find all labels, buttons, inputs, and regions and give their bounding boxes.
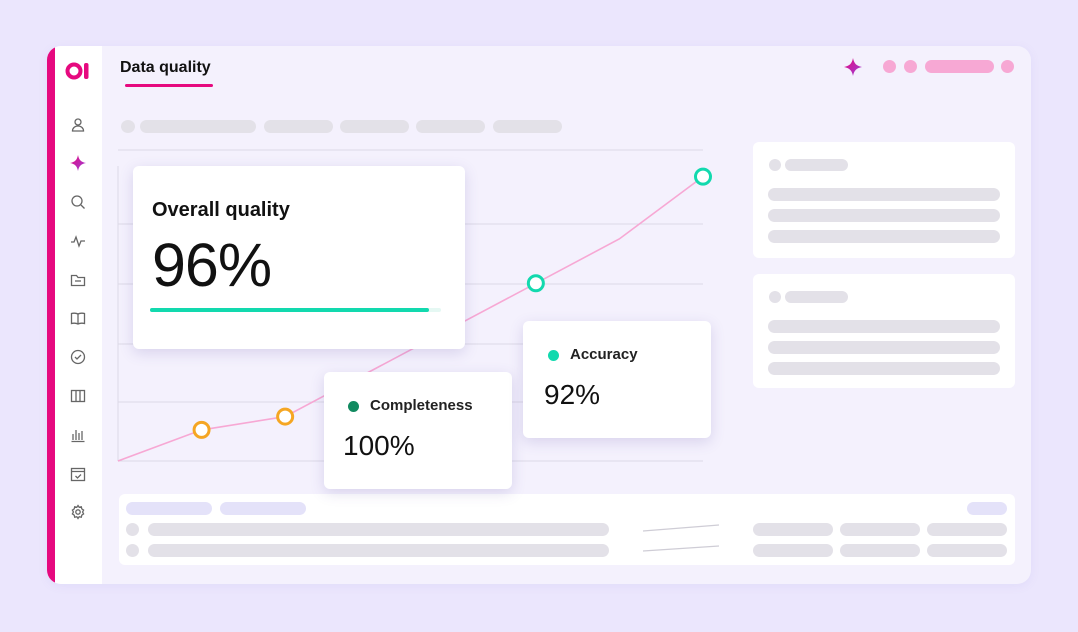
panel-placeholder: [768, 320, 1000, 333]
accuracy-label: Accuracy: [570, 346, 638, 363]
side-panel: [753, 142, 1015, 258]
panel-placeholder: [768, 362, 1000, 375]
table-header-placeholder: [220, 502, 306, 515]
table-row-placeholder: [148, 544, 609, 557]
overall-quality-progress-fill: [150, 308, 430, 312]
accuracy-status-dot: [548, 350, 559, 361]
panel-placeholder: [785, 159, 848, 171]
panel-placeholder: [768, 341, 1000, 354]
table-row-placeholder: [840, 544, 920, 557]
table-row-placeholder: [148, 523, 609, 536]
table-row-placeholder: [840, 523, 920, 536]
completeness-card[interactable]: Completeness 100%: [324, 372, 512, 489]
accuracy-card[interactable]: Accuracy 92%: [523, 321, 711, 438]
panel-placeholder: [785, 291, 848, 303]
completeness-value: 100%: [343, 430, 415, 461]
overall-quality-value: 96%: [152, 231, 272, 299]
panel-placeholder: [768, 209, 1000, 222]
table-row-placeholder: [927, 523, 1007, 536]
accuracy-value: 92%: [544, 379, 601, 410]
overall-quality-title: Overall quality: [152, 199, 290, 221]
chart-data-point: [526, 274, 545, 293]
table-row-placeholder: [126, 523, 139, 536]
overall-quality-card[interactable]: Overall quality 96%: [133, 166, 465, 349]
table-sparkline: [642, 524, 720, 552]
table-header-placeholder: [126, 502, 212, 515]
chart-data-point: [694, 167, 712, 186]
panel-placeholder: [768, 230, 1000, 243]
chart-data-point: [276, 407, 295, 426]
table-row-placeholder: [753, 523, 833, 536]
table-row-placeholder: [126, 544, 139, 557]
app-window: Data quality Overall quality 96% Complet…: [47, 46, 1031, 584]
chart-data-point: [192, 420, 211, 439]
completeness-status-dot: [348, 401, 359, 412]
table-row-placeholder: [753, 544, 833, 557]
table-row-placeholder: [927, 544, 1007, 557]
panel-placeholder: [768, 188, 1000, 201]
completeness-label: Completeness: [370, 397, 473, 414]
side-panel: [753, 274, 1015, 388]
panel-placeholder: [769, 291, 781, 303]
overall-quality-progress: [150, 308, 441, 312]
panel-placeholder: [769, 159, 781, 171]
table-header-placeholder: [967, 502, 1007, 515]
bottom-table-panel: [119, 494, 1015, 565]
